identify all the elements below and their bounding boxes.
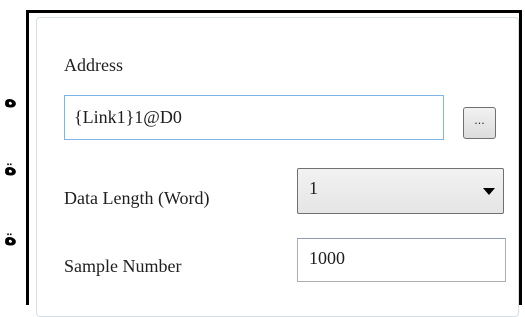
sample-number-input[interactable]: 1000 bbox=[297, 238, 506, 282]
address-input[interactable]: {Link1}1@D0 bbox=[64, 95, 444, 140]
data-length-dropdown[interactable]: 1 bbox=[297, 168, 504, 214]
cropped-side-text: ة bbox=[4, 226, 17, 251]
settings-panel: Address {Link1}1@D0 ... Data Length (Wor… bbox=[26, 10, 522, 317]
data-length-label: Data Length (Word) bbox=[64, 188, 210, 208]
address-label: Address bbox=[64, 55, 123, 75]
cropped-side-text: ه bbox=[4, 88, 17, 113]
cropped-side-text: ة bbox=[4, 156, 17, 181]
settings-group-frame: Address {Link1}1@D0 ... Data Length (Wor… bbox=[36, 17, 519, 317]
data-length-selected-value: 1 bbox=[309, 178, 318, 198]
sample-number-label: Sample Number bbox=[64, 256, 182, 276]
chevron-down-icon[interactable] bbox=[483, 188, 495, 195]
address-browse-button[interactable]: ... bbox=[463, 107, 496, 139]
